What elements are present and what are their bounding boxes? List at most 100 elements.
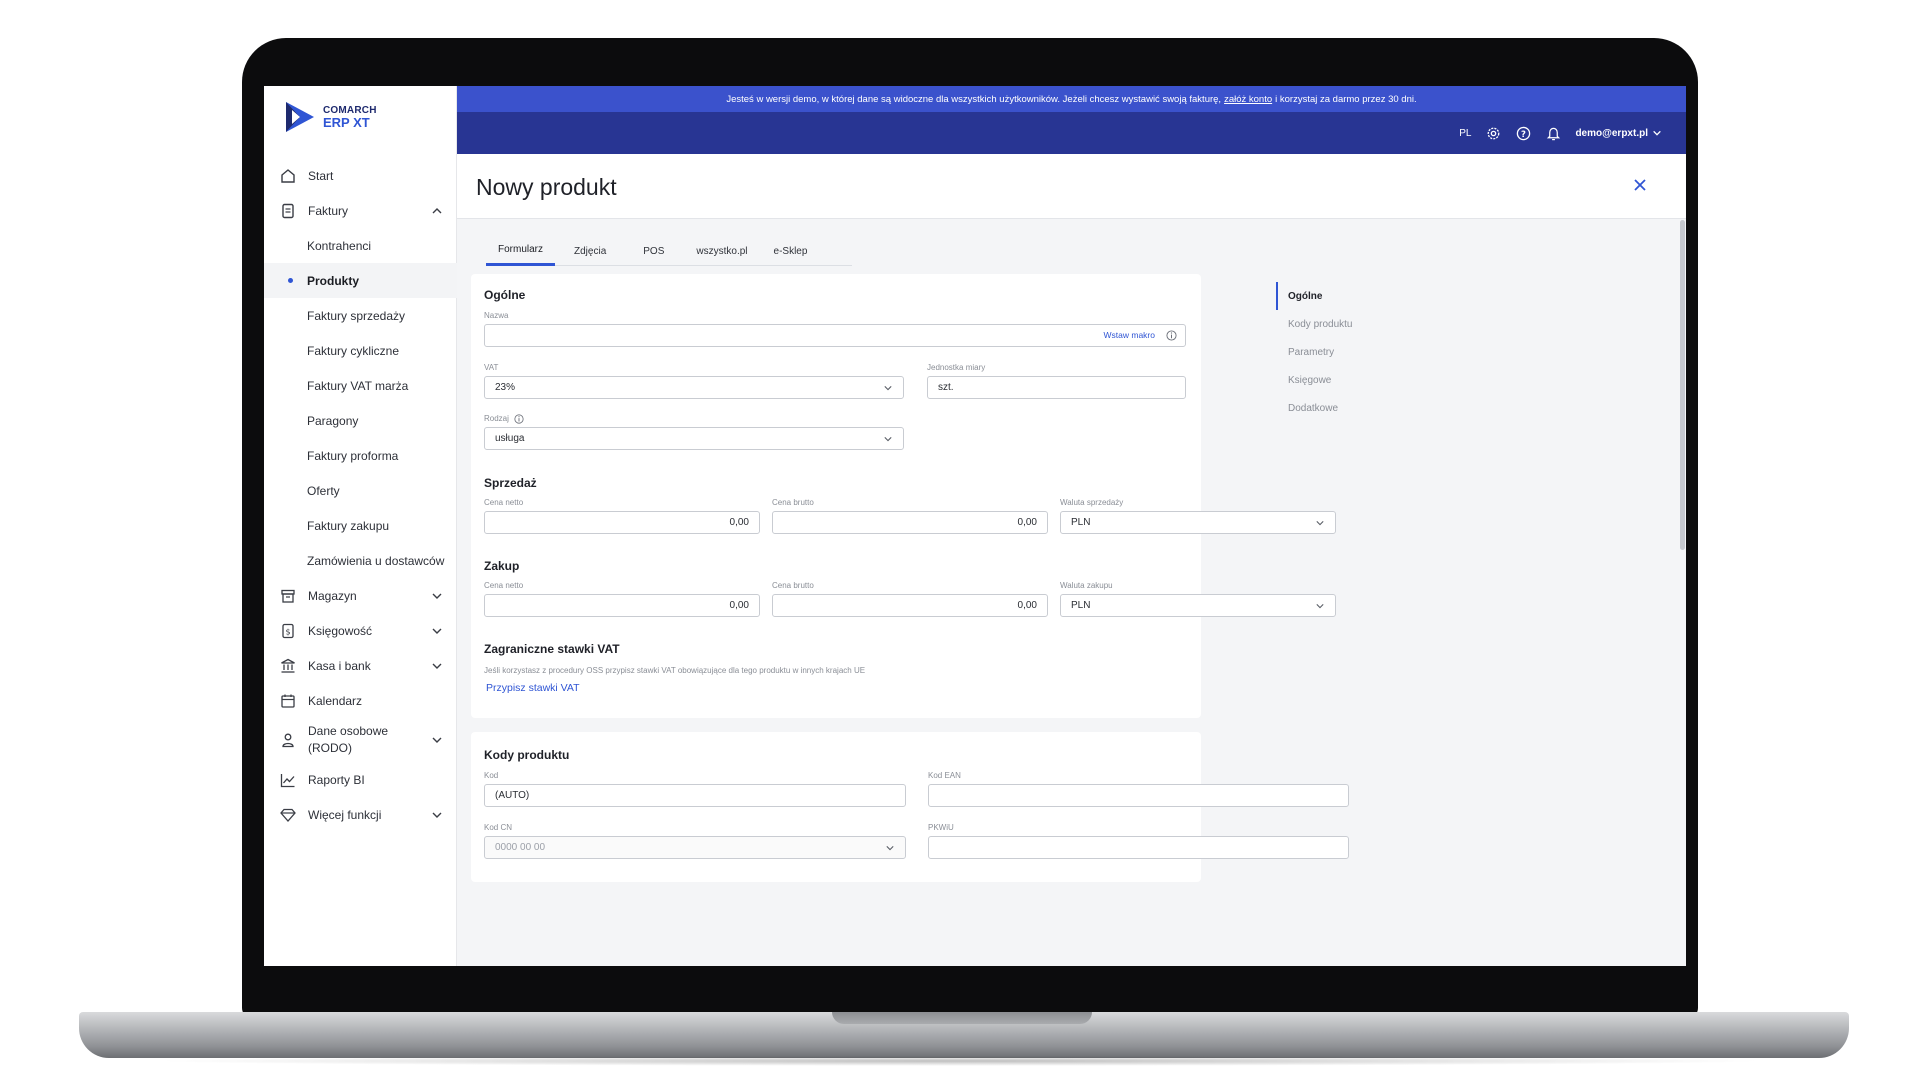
sidebar-item-magazyn[interactable]: Magazyn	[264, 578, 457, 613]
anchor-parametry[interactable]: Parametry	[1276, 338, 1426, 366]
sidebar-item-faktury-cykliczne[interactable]: Faktury cykliczne	[264, 333, 457, 368]
sidebar: COMARCH ERP XT Start Faktury Kontrahenci…	[264, 86, 457, 966]
kind-label-text: Rodzaj	[484, 414, 509, 424]
sale-gross-price-field[interactable]: 0,00	[772, 511, 1048, 534]
anchor-ogolne[interactable]: Ogólne	[1276, 282, 1426, 310]
kind-value: usługa	[495, 433, 525, 444]
vat-value: 23%	[495, 382, 516, 393]
ean-field[interactable]	[928, 784, 1349, 807]
sidebar-item-dane-osobowe[interactable]: Dane osobowe (RODO)	[264, 718, 457, 762]
accounting-icon: $	[279, 622, 297, 640]
purchase-gross-price-field[interactable]: 0,00	[772, 594, 1048, 617]
sidebar-item-label-2: (RODO)	[308, 741, 352, 755]
sidebar-item-label: Start	[308, 168, 334, 183]
sidebar-item-label: Kalendarz	[308, 693, 363, 708]
cn-code-select[interactable]: 0000 00 00	[484, 836, 906, 859]
sidebar-item-label: Księgowość	[308, 623, 373, 638]
gear-icon[interactable]	[1485, 125, 1501, 141]
sidebar-item-label: Produkty	[307, 273, 360, 288]
demo-banner: Jesteś w wersji demo, w której dane są w…	[457, 86, 1686, 112]
sidebar-item-kalendarz[interactable]: Kalendarz	[264, 683, 457, 718]
sidebar-item-paragony[interactable]: Paragony	[264, 403, 457, 438]
comarch-logo-icon	[286, 102, 314, 132]
close-icon[interactable]	[1632, 177, 1648, 193]
unit-field[interactable]: szt.	[927, 376, 1186, 399]
purchase-gross-value: 0,00	[1017, 600, 1037, 611]
sidebar-item-kasa-i-bank[interactable]: Kasa i bank	[264, 648, 457, 683]
anchor-dodatkowe[interactable]: Dodatkowe	[1276, 394, 1426, 422]
product-form-card: Ogólne Nazwa Wstaw makro VAT 23% Jednost…	[471, 274, 1336, 718]
sidebar-item-label: Kasa i bank	[308, 658, 371, 673]
assign-vat-rates-link[interactable]: Przypisz stawki VAT	[486, 682, 580, 694]
insert-macro-link[interactable]: Wstaw makro	[1104, 330, 1155, 340]
sidebar-item-label: Faktury cykliczne	[307, 343, 400, 358]
language-switch[interactable]: PL	[1459, 128, 1471, 139]
sidebar-item-wiecej-funkcji[interactable]: Więcej funkcji	[264, 797, 457, 832]
name-field[interactable]: Wstaw makro	[484, 324, 1186, 347]
info-icon[interactable]	[1166, 330, 1177, 341]
laptop-notch	[832, 1012, 1092, 1024]
section-anchor-nav: Ogólne Kody produktu Parametry Księgowe …	[1276, 282, 1426, 422]
sidebar-item-faktury-sprzedazy[interactable]: Faktury sprzedaży	[264, 298, 457, 333]
purchase-net-price-field[interactable]: 0,00	[484, 594, 760, 617]
code-value: (AUTO)	[495, 790, 530, 801]
sidebar-item-start[interactable]: Start	[264, 158, 457, 193]
anchor-ksiegowe[interactable]: Księgowe	[1276, 366, 1426, 394]
app-screen: COMARCH ERP XT Start Faktury Kontrahenci…	[264, 86, 1686, 966]
info-icon[interactable]	[514, 414, 524, 424]
page-title: Nowy produkt	[476, 174, 617, 200]
purchase-currency-select[interactable]: PLN	[1060, 594, 1336, 617]
section-title-codes: Kody produktu	[484, 748, 570, 762]
sale-currency-select[interactable]: PLN	[1060, 511, 1336, 534]
vat-select[interactable]: 23%	[484, 376, 904, 399]
active-dot	[288, 278, 293, 283]
pkwiu-field[interactable]	[928, 836, 1349, 859]
sidebar-item-faktury-zakupu[interactable]: Faktury zakupu	[264, 508, 457, 543]
top-bar: PL ? demo@erpxt.pl	[457, 112, 1686, 154]
sidebar-item-label: Zamówienia u dostawców	[307, 553, 445, 568]
scrollbar[interactable]	[1680, 220, 1685, 550]
purchase-net-label: Cena netto	[484, 581, 524, 590]
code-field[interactable]: (AUTO)	[484, 784, 906, 807]
sidebar-item-kontrahenci[interactable]: Kontrahenci	[264, 228, 457, 263]
sidebar-item-raporty-bi[interactable]: Raporty BI	[264, 762, 457, 797]
tab-wszystko-pl[interactable]: wszystko.pl	[682, 236, 761, 266]
tab-zdjecia[interactable]: Zdjęcia	[555, 236, 625, 266]
section-title-purchase: Zakup	[484, 559, 520, 573]
tab-formularz[interactable]: Formularz	[486, 236, 556, 266]
chevron-down-icon	[1316, 604, 1324, 609]
page-header: Nowy produkt	[457, 154, 1686, 219]
create-account-link[interactable]: załóż konto	[1224, 94, 1272, 105]
bell-icon[interactable]	[1545, 125, 1561, 141]
sidebar-item-label: Oferty	[307, 483, 340, 498]
user-email: demo@erpxt.pl	[1575, 127, 1648, 139]
code-label: Kod	[484, 771, 499, 780]
home-icon	[279, 167, 297, 185]
sidebar-item-label: Magazyn	[308, 588, 357, 603]
tab-e-sklep[interactable]: e-Sklep	[762, 236, 820, 266]
sidebar-item-zamowienia[interactable]: Zamówienia u dostawców	[264, 543, 457, 578]
kind-select[interactable]: usługa	[484, 427, 904, 450]
chevron-down-icon	[884, 386, 892, 391]
tab-bar: Formularz Zdjęcia POS wszystko.pl e-Skle…	[486, 236, 852, 266]
sale-currency-value: PLN	[1071, 517, 1091, 528]
sale-net-label: Cena netto	[484, 498, 524, 507]
sidebar-item-faktury-vat-marza[interactable]: Faktury VAT marża	[264, 368, 457, 403]
sale-net-price-field[interactable]: 0,00	[484, 511, 760, 534]
logo[interactable]: COMARCH ERP XT	[286, 102, 377, 132]
sidebar-item-faktury[interactable]: Faktury	[264, 193, 457, 228]
sidebar-item-oferty[interactable]: Oferty	[264, 473, 457, 508]
sidebar-item-ksiegowosc[interactable]: $ Księgowość	[264, 613, 457, 648]
sidebar-item-faktury-proforma[interactable]: Faktury proforma	[264, 438, 457, 473]
anchor-kody-produktu[interactable]: Kody produktu	[1276, 310, 1426, 338]
sidebar-item-label: Faktury sprzedaży	[307, 308, 406, 323]
bank-icon	[279, 657, 297, 675]
tab-pos[interactable]: POS	[625, 236, 682, 266]
sale-gross-label: Cena brutto	[772, 498, 814, 507]
name-label: Nazwa	[484, 311, 509, 320]
sidebar-item-produkty[interactable]: Produkty	[264, 263, 457, 298]
user-menu[interactable]: demo@erpxt.pl	[1575, 128, 1662, 139]
purchase-net-value: 0,00	[729, 600, 749, 611]
help-icon[interactable]: ?	[1515, 125, 1531, 141]
chevron-up-icon	[431, 205, 443, 217]
